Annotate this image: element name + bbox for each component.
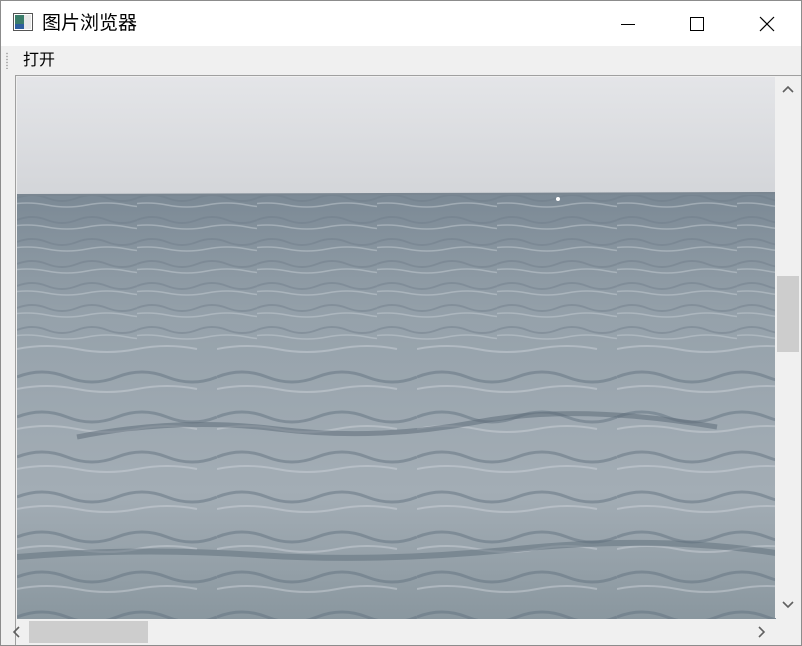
scroll-right-arrow-icon[interactable] [754, 624, 770, 640]
image-display [17, 77, 776, 619]
close-button[interactable] [744, 1, 790, 46]
minimize-button[interactable] [605, 1, 651, 46]
scrollbar-corner [775, 619, 801, 645]
vertical-scrollbar[interactable] [775, 76, 801, 618]
image-scroll-area[interactable] [15, 75, 801, 645]
title-bar[interactable]: 图片浏览器 [1, 1, 801, 46]
sea-horizon-photo [17, 77, 776, 619]
toolbar: 打开 [1, 46, 801, 75]
main-window: 图片浏览器 打开 [0, 0, 802, 646]
horizontal-scroll-thumb[interactable] [29, 621, 148, 643]
window-title: 图片浏览器 [42, 12, 138, 34]
open-button[interactable]: 打开 [17, 49, 61, 71]
maximize-button[interactable] [674, 1, 720, 46]
maximize-icon [689, 16, 705, 32]
horizontal-scrollbar[interactable] [12, 619, 775, 645]
toolbar-grip-handle[interactable] [6, 52, 8, 69]
scroll-down-arrow-icon[interactable] [780, 597, 796, 613]
minimize-icon [620, 16, 636, 32]
scroll-left-arrow-icon[interactable] [8, 624, 24, 640]
close-icon [759, 16, 775, 32]
vertical-scroll-thumb[interactable] [777, 275, 799, 352]
image-viewer-app-icon [13, 13, 33, 31]
scroll-up-arrow-icon[interactable] [780, 81, 796, 97]
